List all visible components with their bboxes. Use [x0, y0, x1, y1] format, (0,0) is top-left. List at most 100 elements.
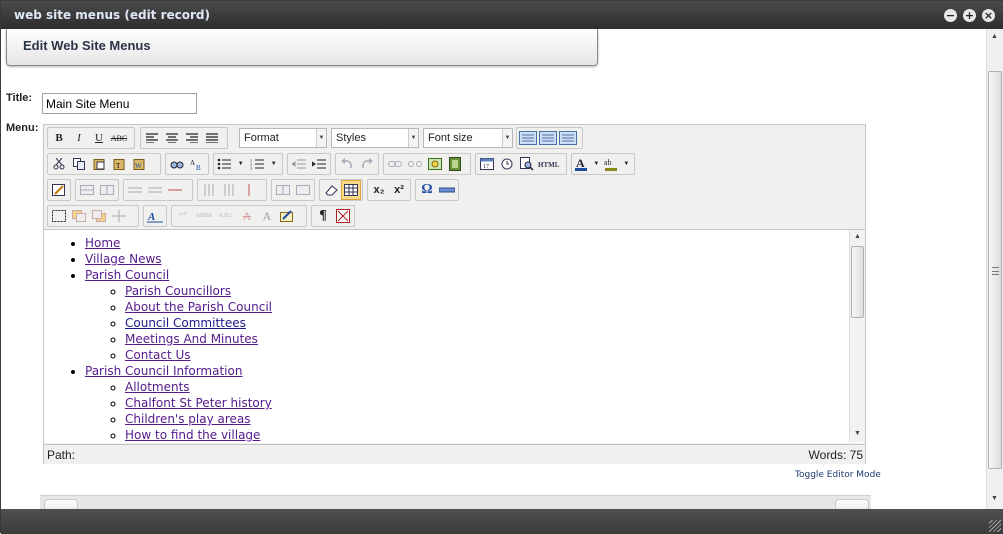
scroll-up-icon[interactable]: ▲: [991, 33, 998, 40]
insert-row-before-icon[interactable]: [125, 180, 145, 200]
replace-icon[interactable]: AB: [187, 154, 207, 174]
undo-icon[interactable]: [337, 154, 357, 174]
chevron-down-icon[interactable]: ▼: [233, 154, 248, 174]
preview-icon[interactable]: [517, 154, 537, 174]
submenu-link[interactable]: Children's play areas: [125, 412, 251, 426]
outdent-icon[interactable]: [289, 154, 309, 174]
styles-dropdown[interactable]: Styles ▼: [331, 128, 419, 148]
chevron-down-icon[interactable]: ▼: [266, 154, 281, 174]
submenu-link[interactable]: Meetings And Minutes: [125, 332, 258, 346]
delete-text-icon[interactable]: A: [237, 206, 257, 226]
insert-col-after-icon[interactable]: [219, 180, 239, 200]
numbered-list-icon[interactable]: 123: [248, 154, 266, 174]
horizontal-rule-icon[interactable]: [437, 180, 457, 200]
link-icon[interactable]: [385, 154, 405, 174]
menu-link[interactable]: Parish Council Information: [85, 364, 242, 378]
format-dropdown[interactable]: Format ▼: [239, 128, 327, 148]
edit-table-icon[interactable]: [49, 180, 69, 200]
align-left-icon[interactable]: [142, 128, 162, 148]
indent-icon[interactable]: [309, 154, 329, 174]
scroll-down-icon[interactable]: ▼: [991, 495, 998, 502]
superscript-button[interactable]: x²: [389, 180, 409, 200]
non-breaking-icon[interactable]: [333, 206, 353, 226]
special-char-button[interactable]: Ω: [417, 180, 437, 200]
unlink-icon[interactable]: [405, 154, 425, 174]
minimize-button[interactable]: −: [944, 9, 957, 22]
acronym-icon[interactable]: A.B.C: [215, 206, 237, 226]
cite-icon[interactable]: “”: [173, 206, 193, 226]
menu-link[interactable]: Parish Council: [85, 268, 169, 282]
highlight-color-icon[interactable]: ab: [603, 154, 620, 174]
redo-icon[interactable]: [357, 154, 377, 174]
table-row-props-icon[interactable]: [77, 180, 97, 200]
html-source-icon[interactable]: HTML: [537, 154, 563, 174]
editor-scrollbar[interactable]: ▲ ▼: [849, 230, 865, 442]
visual-aid-icon[interactable]: [49, 206, 69, 226]
menu-link[interactable]: Village News: [85, 252, 162, 266]
submenu-link[interactable]: Parish Councillors: [125, 284, 231, 298]
submenu-link[interactable]: Council Committees: [125, 316, 246, 330]
font-size-dropdown[interactable]: Font size ▼: [423, 128, 513, 148]
split-cells-icon[interactable]: [273, 180, 293, 200]
menu-link[interactable]: Home: [85, 236, 120, 250]
title-input[interactable]: [42, 93, 197, 114]
layout-icon[interactable]: [558, 128, 578, 148]
layout-icon[interactable]: [538, 128, 558, 148]
insert-col-before-icon[interactable]: [199, 180, 219, 200]
strikethrough-button[interactable]: ABC: [109, 128, 129, 148]
save-icon[interactable]: [44, 499, 78, 509]
scroll-up-icon[interactable]: ▲: [854, 233, 861, 240]
submenu-link[interactable]: Chalfont St Peter history: [125, 396, 272, 410]
cut-icon[interactable]: [49, 154, 69, 174]
attributes-icon[interactable]: [277, 206, 297, 226]
layout-icon[interactable]: [518, 128, 538, 148]
submenu-link[interactable]: Allotments: [125, 380, 190, 394]
insert-table-icon[interactable]: [341, 180, 361, 200]
copy-icon[interactable]: [69, 154, 89, 174]
editor-scroll-thumb[interactable]: [851, 246, 864, 318]
move-backward-icon[interactable]: [89, 206, 109, 226]
bold-button[interactable]: B: [49, 128, 69, 148]
abbr-icon[interactable]: ABBR: [193, 206, 215, 226]
submenu-link[interactable]: How to find the village: [125, 428, 260, 442]
window-scroll-thumb[interactable]: [988, 71, 1002, 469]
absolute-position-icon[interactable]: [109, 206, 129, 226]
align-right-icon[interactable]: [182, 128, 202, 148]
align-justify-icon[interactable]: [202, 128, 222, 148]
chevron-down-icon[interactable]: ▼: [620, 154, 633, 174]
window-titlebar[interactable]: web site menus (edit record) − + ×: [1, 1, 1003, 29]
style-props-icon[interactable]: A: [145, 206, 165, 226]
media-icon[interactable]: [445, 154, 465, 174]
move-forward-icon[interactable]: [69, 206, 89, 226]
maximize-button[interactable]: +: [963, 9, 976, 22]
paste-text-icon[interactable]: T: [109, 154, 129, 174]
redo-arrow-icon[interactable]: [835, 499, 869, 509]
underline-button[interactable]: U: [89, 128, 109, 148]
bullet-list-icon[interactable]: [215, 154, 233, 174]
eraser-icon[interactable]: [321, 180, 341, 200]
merge-cells-icon[interactable]: [293, 180, 313, 200]
clock-icon[interactable]: [497, 154, 517, 174]
paste-icon[interactable]: [89, 154, 109, 174]
paste-word-icon[interactable]: W: [129, 154, 149, 174]
table-cell-props-icon[interactable]: [97, 180, 117, 200]
align-center-icon[interactable]: [162, 128, 182, 148]
toggle-editor-mode-link[interactable]: Toggle Editor Mode: [795, 470, 881, 480]
delete-row-icon[interactable]: [165, 180, 185, 200]
chevron-down-icon[interactable]: ▼: [590, 154, 603, 174]
italic-button[interactable]: I: [69, 128, 89, 148]
window-scrollbar[interactable]: ▲ ▼: [986, 29, 1003, 509]
insert-text-icon[interactable]: A: [257, 206, 277, 226]
image-icon[interactable]: [425, 154, 445, 174]
resize-handle-icon[interactable]: [989, 520, 1001, 532]
insert-row-after-icon[interactable]: [145, 180, 165, 200]
scroll-down-icon[interactable]: ▼: [854, 430, 861, 437]
calendar-icon[interactable]: 17: [477, 154, 497, 174]
subscript-button[interactable]: x₂: [369, 180, 389, 200]
editor-content-area[interactable]: Home Village News Parish Council Parish Cou…: [44, 229, 865, 443]
submenu-link[interactable]: Contact Us: [125, 348, 191, 362]
text-color-icon[interactable]: A: [573, 154, 590, 174]
find-icon[interactable]: [167, 154, 187, 174]
close-button[interactable]: ×: [982, 9, 995, 22]
pilcrow-button[interactable]: ¶: [313, 206, 333, 226]
